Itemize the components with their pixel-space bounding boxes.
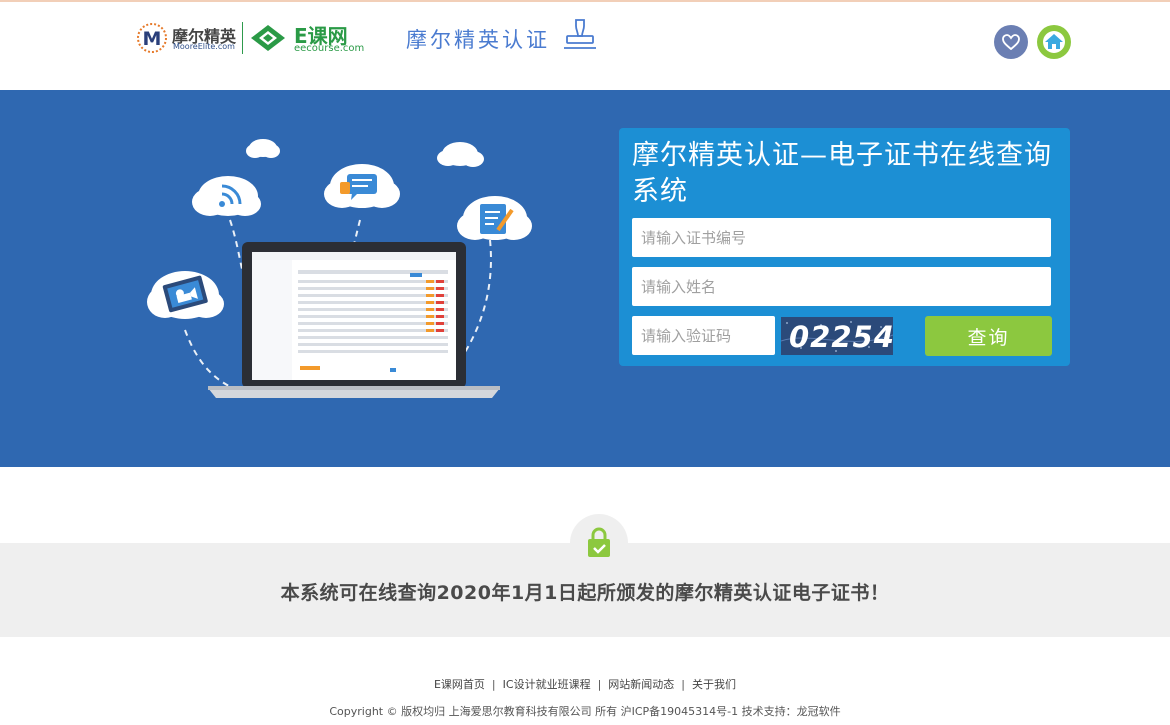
moore-elite-logo[interactable]: M 摩尔精英 MooreElite.com: [136, 20, 240, 56]
home-icon: [1043, 31, 1065, 53]
ecourse-logo[interactable]: E课网 eecourse.com: [250, 20, 370, 56]
stamp-icon: [564, 19, 596, 49]
favorite-button[interactable]: [994, 25, 1028, 59]
captcha-image[interactable]: 02254: [781, 317, 893, 355]
footer-link-ic-course[interactable]: IC设计就业班课程: [503, 678, 591, 691]
certificate-number-input[interactable]: [632, 218, 1051, 257]
footer-link-about[interactable]: 关于我们: [692, 678, 736, 691]
wifi-cloud-icon: [192, 176, 261, 216]
logo-divider: [242, 22, 243, 54]
hero-banner: 摩尔精英认证—电子证书在线查询系统 02254 查询: [0, 90, 1170, 467]
moore-logo-en: MooreElite.com: [173, 42, 235, 51]
home-button[interactable]: [1037, 25, 1071, 59]
edit-cloud-icon: [457, 196, 532, 240]
footer-separator: |: [597, 678, 602, 691]
site-title: 摩尔精英认证: [406, 28, 550, 52]
footer-separator: |: [681, 678, 686, 691]
copyright-text: Copyright © 版权均归 上海爱思尔教育科技有限公司 所有 沪ICP备1…: [329, 705, 841, 718]
lock-check-icon: [588, 527, 610, 557]
laptop-icon: [208, 242, 500, 398]
moore-logo-letter: M: [143, 28, 162, 50]
name-input[interactable]: [632, 267, 1051, 306]
certificate-query-panel: 摩尔精英认证—电子证书在线查询系统 02254 查询: [619, 128, 1070, 366]
query-title: 摩尔精英认证—电子证书在线查询系统: [632, 140, 1052, 207]
footer-link-ecourse-home[interactable]: E课网首页: [434, 678, 485, 691]
video-cloud-icon: [147, 271, 224, 319]
chat-cloud-icon: [324, 164, 400, 208]
header: M 摩尔精英 MooreElite.com E课网 eecourse.com 摩…: [0, 2, 1170, 90]
cloud-laptop-illustration: [147, 139, 532, 398]
small-cloud-2-icon: [437, 142, 484, 167]
footer-link-news[interactable]: 网站新闻动态: [608, 678, 674, 691]
moore-logo-mark-icon: M: [137, 23, 167, 53]
query-button[interactable]: 查询: [925, 316, 1052, 356]
small-cloud-1-icon: [246, 139, 280, 158]
notice-text: 本系统可在线查询2020年1月1日起所颁发的摩尔精英认证电子证书！: [280, 582, 890, 604]
footer-separator: |: [491, 678, 496, 691]
ecourse-logo-en: eecourse.com: [294, 43, 365, 54]
footer-links: E课网首页 | IC设计就业班课程 | 网站新闻动态 | 关于我们: [0, 676, 1170, 692]
verification-code-input[interactable]: [632, 316, 775, 355]
captcha-text: 02254: [789, 320, 893, 354]
ecourse-diamond-icon: [251, 25, 285, 51]
heart-icon: [1002, 34, 1020, 50]
